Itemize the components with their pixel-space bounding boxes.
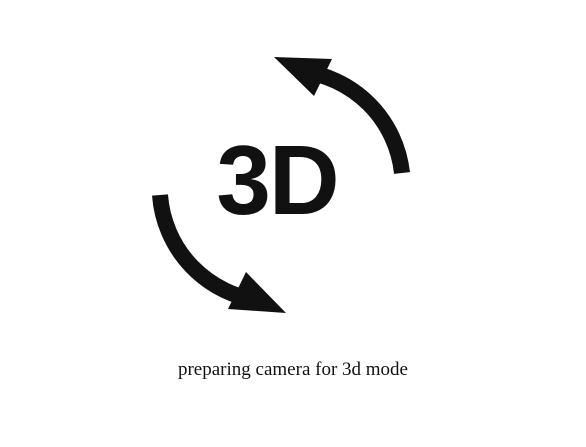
three-d-label: 3D xyxy=(216,125,339,235)
rotation-arrowhead-bottom-right xyxy=(228,272,286,313)
loading-screen: 3D preparing camera for 3d mode xyxy=(0,0,586,447)
rotation-arrowhead-top-left xyxy=(274,57,332,96)
status-message: preparing camera for 3d mode xyxy=(177,359,408,380)
